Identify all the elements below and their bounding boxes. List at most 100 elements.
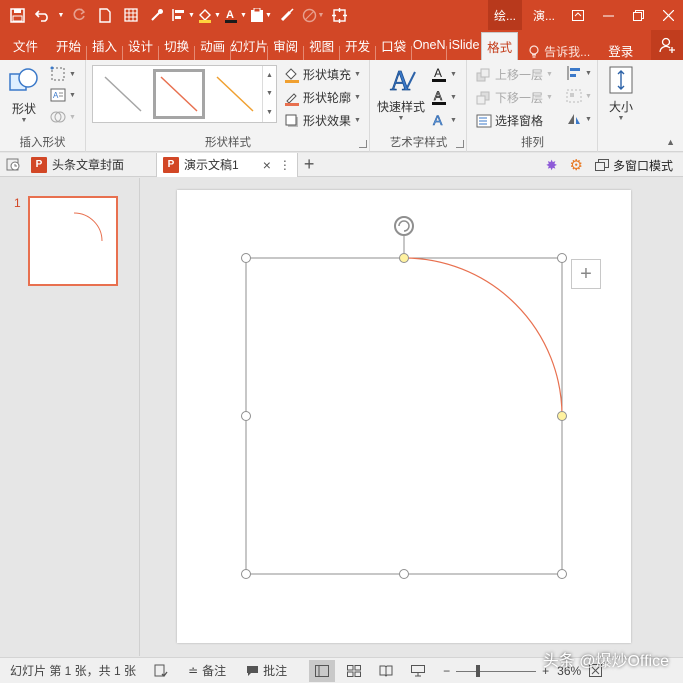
plus-icon[interactable]: + bbox=[571, 259, 601, 289]
style-swatch-red[interactable] bbox=[153, 69, 205, 119]
chevron-up-icon[interactable]: ▲ bbox=[266, 72, 273, 79]
tab-islide[interactable]: iSlide bbox=[447, 30, 481, 60]
tab-insert[interactable]: 插入 bbox=[87, 30, 122, 60]
gallery-more-icon[interactable]: ▼ bbox=[266, 109, 273, 116]
shape-effects-button[interactable]: 形状效果 ▼ bbox=[284, 112, 361, 129]
slide-canvas[interactable] bbox=[177, 190, 631, 643]
adjust-handle-start[interactable] bbox=[399, 253, 409, 263]
rotate-button[interactable]: ▼ bbox=[566, 112, 592, 126]
new-tab-button[interactable]: + bbox=[298, 153, 321, 177]
edit-shape-button[interactable]: ▼ bbox=[50, 66, 76, 82]
merge-shapes-button[interactable]: ▼ bbox=[50, 110, 76, 124]
share-user-icon[interactable] bbox=[651, 30, 683, 60]
adjust-handle-end[interactable] bbox=[557, 411, 567, 421]
circle-icon[interactable]: ▼ bbox=[300, 2, 326, 28]
close-tab-icon[interactable]: × bbox=[263, 157, 271, 173]
align-icon[interactable]: ▼ bbox=[170, 2, 196, 28]
reading-view-button[interactable] bbox=[373, 660, 399, 682]
text-effects-button[interactable]: A ▼ bbox=[431, 112, 457, 128]
shapes-button[interactable]: 形状 ▼ bbox=[8, 66, 40, 124]
text-fill-button[interactable]: A ▼ bbox=[431, 66, 457, 82]
style-swatch-orange[interactable] bbox=[209, 69, 261, 119]
grid-icon[interactable] bbox=[118, 2, 144, 28]
tell-me-box[interactable]: 告诉我... bbox=[528, 43, 590, 60]
arc-shape[interactable] bbox=[177, 190, 631, 643]
tab-history-icon[interactable] bbox=[0, 153, 27, 177]
tab-slideshow[interactable]: 幻灯片 bbox=[231, 30, 267, 60]
resize-handle[interactable] bbox=[557, 569, 567, 579]
size-button[interactable]: 大小 ▼ bbox=[607, 66, 635, 122]
chevron-down-icon: ▼ bbox=[354, 117, 361, 124]
rotate-handle-icon[interactable] bbox=[394, 216, 414, 236]
sparkle-icon[interactable]: ✸ bbox=[546, 157, 558, 174]
arc-line[interactable] bbox=[403, 257, 563, 417]
minimize-icon[interactable] bbox=[593, 0, 623, 30]
bring-forward-button[interactable]: 上移一层 ▼ bbox=[476, 66, 553, 83]
more-icon[interactable]: ⋮ bbox=[279, 158, 291, 172]
resize-handle[interactable] bbox=[241, 411, 251, 421]
doc-tab-presentation[interactable]: P 演示文稿1 × ⋮ bbox=[156, 152, 298, 177]
multi-window-button[interactable]: 多窗口模式 bbox=[613, 157, 673, 174]
slide-thumbnail[interactable] bbox=[28, 196, 118, 286]
brush-icon[interactable] bbox=[274, 2, 300, 28]
chevron-down-icon: ▼ bbox=[585, 115, 592, 123]
rotate-icon bbox=[568, 114, 580, 124]
zoom-thumb[interactable] bbox=[476, 664, 481, 677]
tab-format[interactable]: 格式 bbox=[481, 32, 519, 60]
eyedropper-icon[interactable] bbox=[144, 2, 170, 28]
group-objects-button[interactable]: ▼ bbox=[566, 89, 592, 103]
zoom-slider[interactable] bbox=[456, 664, 537, 677]
gallery-scroll[interactable]: ▲ ▼ ▼ bbox=[262, 66, 276, 122]
redo-icon[interactable] bbox=[66, 2, 92, 28]
font-color-icon[interactable]: A ▼ bbox=[222, 2, 248, 28]
tab-view[interactable]: 视图 bbox=[304, 30, 339, 60]
tab-design[interactable]: 设计 bbox=[123, 30, 158, 60]
quick-styles-button[interactable]: A 快速样式 ▼ bbox=[377, 64, 425, 122]
tab-pocket[interactable]: 口袋 bbox=[376, 30, 411, 60]
shape-outline-button[interactable]: 形状轮廓 ▼ bbox=[284, 89, 361, 106]
style-swatch-gray[interactable] bbox=[97, 69, 149, 119]
chevron-down-icon[interactable]: ▼ bbox=[56, 2, 66, 28]
restore-icon[interactable] bbox=[623, 0, 653, 30]
tab-transitions[interactable]: 切换 bbox=[159, 30, 194, 60]
text-box-button[interactable]: A ▼ bbox=[50, 88, 76, 102]
text-outline-button[interactable]: A ▼ bbox=[431, 89, 457, 105]
resize-handle[interactable] bbox=[241, 569, 251, 579]
slide-sorter-button[interactable] bbox=[341, 660, 367, 682]
align-button[interactable]: ▼ bbox=[566, 66, 592, 80]
send-backward-button[interactable]: 下移一层 ▼ bbox=[476, 89, 553, 106]
chevron-down-icon[interactable]: ▼ bbox=[266, 90, 273, 97]
new-file-icon[interactable] bbox=[92, 2, 118, 28]
comments-button[interactable]: 批注 bbox=[246, 662, 287, 679]
collapse-ribbon-icon[interactable]: ▲ bbox=[666, 137, 675, 147]
close-icon[interactable] bbox=[653, 0, 683, 30]
context-tab-drawing-tools[interactable]: 绘... bbox=[488, 0, 522, 30]
resize-handle[interactable] bbox=[241, 253, 251, 263]
tab-onenote[interactable]: OneN bbox=[412, 30, 446, 60]
dialog-launcher-icon[interactable] bbox=[359, 140, 367, 148]
slideshow-button[interactable] bbox=[405, 660, 431, 682]
login-button[interactable]: 登录 bbox=[608, 41, 633, 60]
selection-pane-button[interactable]: 选择窗格 bbox=[476, 112, 543, 129]
normal-view-button[interactable] bbox=[309, 659, 336, 682]
save-icon[interactable] bbox=[4, 2, 30, 28]
settings-icon[interactable]: ⚙ bbox=[570, 156, 583, 174]
resize-handle[interactable] bbox=[399, 569, 409, 579]
paste-icon[interactable]: ▼ bbox=[248, 2, 274, 28]
tab-review[interactable]: 审阅 bbox=[268, 30, 303, 60]
crop-icon[interactable] bbox=[326, 2, 352, 28]
resize-handle[interactable] bbox=[557, 253, 567, 263]
tab-home[interactable]: 开始 bbox=[51, 30, 86, 60]
dialog-launcher-icon[interactable] bbox=[456, 140, 464, 148]
tab-animations[interactable]: 动画 bbox=[195, 30, 230, 60]
undo-icon[interactable] bbox=[30, 2, 56, 28]
shape-fill-button[interactable]: 形状填充 ▼ bbox=[284, 66, 361, 83]
fill-icon[interactable]: ▼ bbox=[196, 2, 222, 28]
spellcheck-icon[interactable] bbox=[154, 664, 168, 678]
ribbon-display-icon[interactable] bbox=[563, 0, 593, 30]
tab-file[interactable]: 文件 bbox=[0, 30, 51, 60]
tab-developer[interactable]: 开发 bbox=[340, 30, 375, 60]
notes-button[interactable]: ≐ 备注 bbox=[188, 662, 226, 679]
zoom-out-button[interactable]: − bbox=[443, 664, 450, 678]
doc-tab-cover[interactable]: P 头条文章封面 bbox=[27, 153, 130, 177]
